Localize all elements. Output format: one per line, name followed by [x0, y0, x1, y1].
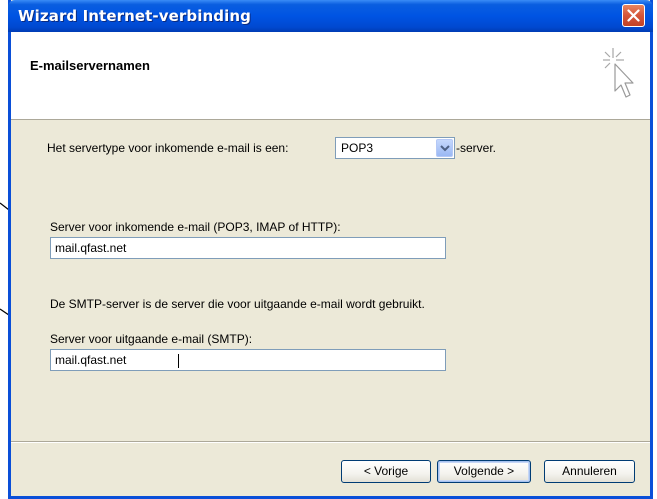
outgoing-server-field[interactable] — [50, 349, 446, 371]
footer-divider — [11, 441, 650, 443]
incoming-server-label: Server voor inkomende e-mail (POP3, IMAP… — [50, 220, 341, 234]
server-type-select[interactable]: POP3 — [335, 137, 455, 159]
dropdown-button[interactable] — [436, 139, 453, 157]
chevron-down-icon — [440, 145, 450, 152]
wizard-window: Wizard Internet-verbinding E-mailservern… — [8, 0, 653, 499]
outgoing-server-label: Server voor uitgaande e-mail (SMTP): — [50, 332, 253, 346]
next-button[interactable]: Volgende > — [437, 460, 531, 483]
server-type-value: POP3 — [341, 141, 374, 155]
server-type-label: Het servertype voor inkomende e-mail is … — [47, 141, 289, 155]
text-caret — [178, 354, 179, 368]
screenshot-stage: Wizard Internet-verbinding E-mailservern… — [0, 0, 657, 499]
wizard-header: E-mailservernamen — [11, 32, 650, 120]
window-title: Wizard Internet-verbinding — [18, 7, 251, 25]
wizard-sparkle-cursor-icon — [603, 48, 634, 98]
close-icon — [627, 9, 640, 22]
page-title: E-mailservernamen — [30, 58, 150, 73]
server-type-suffix: -server. — [456, 141, 497, 155]
incoming-server-input[interactable] — [51, 238, 445, 258]
back-button[interactable]: < Vorige — [341, 460, 431, 483]
close-button[interactable] — [622, 4, 645, 27]
smtp-info-text: De SMTP-server is de server die voor uit… — [50, 297, 425, 311]
title-bar[interactable]: Wizard Internet-verbinding — [8, 0, 653, 32]
cancel-button[interactable]: Annuleren — [544, 460, 635, 483]
incoming-server-field[interactable] — [50, 237, 446, 259]
outgoing-server-input[interactable] — [51, 350, 445, 370]
